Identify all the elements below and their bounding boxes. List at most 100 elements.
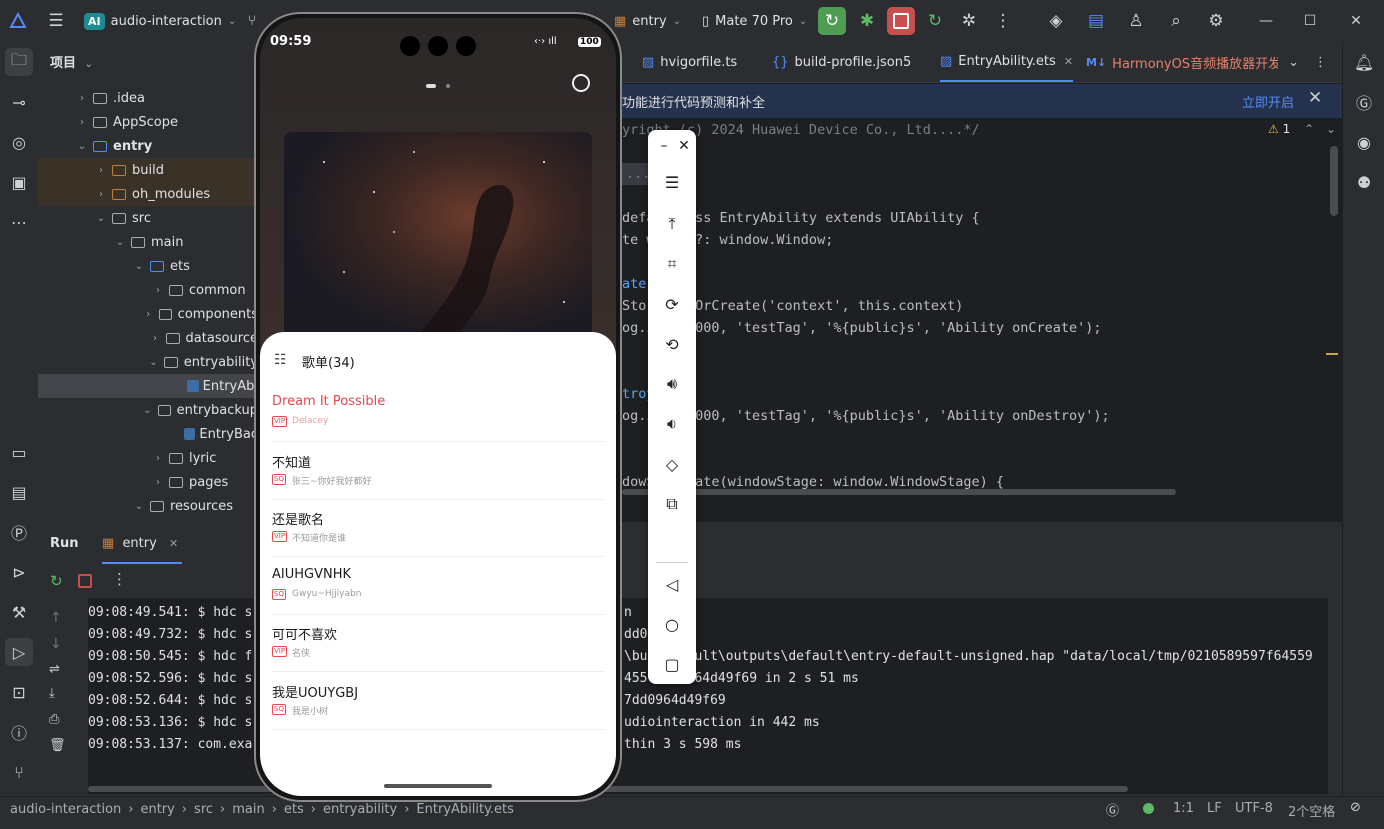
settings-gear-icon[interactable]: ⚙ <box>1202 7 1230 35</box>
indent-setting[interactable]: 2个空格 <box>1288 801 1335 820</box>
chevron-right-icon[interactable]: › <box>151 285 165 296</box>
tree-item[interactable]: ⌄ entryability <box>38 350 258 374</box>
chevron-down-icon[interactable]: ⌄ <box>147 357 160 368</box>
screenshot-crop-icon[interactable]: ⌗ <box>658 250 686 278</box>
breadcrumb-item[interactable]: ets <box>284 802 304 817</box>
more-icon[interactable]: ⋮ <box>989 7 1017 35</box>
chevron-down-icon[interactable]: ⌄ <box>113 237 127 248</box>
tree-item[interactable]: ⌄ resources <box>38 494 258 518</box>
problems-icon[interactable]: ⓘ <box>5 718 33 746</box>
codegenie-status-icon[interactable]: Ⓖ <box>1106 800 1119 819</box>
home-indicator[interactable] <box>384 784 492 788</box>
multi-device-icon[interactable]: ⧉ <box>658 490 686 518</box>
scroll-to-end-icon[interactable]: ⤓ <box>49 686 55 701</box>
tree-item[interactable]: EntryBac <box>38 422 258 446</box>
codegenie-icon[interactable]: Ⓖ <box>1350 88 1378 116</box>
maximize-window-icon[interactable]: ☐ <box>1296 7 1324 35</box>
apply-changes-icon[interactable]: ↻ <box>921 7 949 35</box>
services-icon[interactable]: ⊳ <box>5 558 33 586</box>
tree-item[interactable]: ⌄ entry <box>38 134 258 158</box>
tree-item[interactable]: › build <box>38 158 258 182</box>
tree-item[interactable]: › pages <box>38 470 258 494</box>
chevron-down-icon[interactable]: ⌄ <box>94 213 108 224</box>
profiler-icon[interactable]: Ⓟ <box>5 518 33 546</box>
editor-vertical-scrollbar[interactable] <box>1330 146 1338 216</box>
caret-position[interactable]: 1:1 <box>1173 801 1194 816</box>
ohpm-icon[interactable]: ◎ <box>5 128 33 156</box>
todo-icon[interactable]: ▭ <box>5 438 33 466</box>
chevron-right-icon[interactable]: › <box>142 309 155 320</box>
stop-run-icon[interactable] <box>78 574 92 588</box>
breadcrumb-item[interactable]: main <box>232 802 264 817</box>
debug-icon[interactable]: ✱ <box>853 7 881 35</box>
stop-icon[interactable] <box>887 7 915 35</box>
tab-list-chevron-icon[interactable]: ⌄ <box>1288 42 1299 82</box>
tree-item[interactable]: ⌄ main <box>38 230 258 254</box>
tree-item[interactable]: › datasource <box>38 326 258 350</box>
tree-item[interactable]: › .idea <box>38 86 258 110</box>
song-list-item[interactable]: 不知道 SQ 张三~你好我好都好 <box>260 444 616 500</box>
tree-item[interactable]: EntryAbi <box>38 374 258 398</box>
device-selector[interactable]: ▯ Mate 70 Pro ⌄ <box>702 0 807 42</box>
song-list-item[interactable]: Dream It Possible VIP Delacey <box>260 386 616 442</box>
module-selector[interactable]: ▦ entry ⌄ <box>614 0 681 42</box>
attach-debugger-icon[interactable]: ✲ <box>955 7 983 35</box>
close-tab-icon[interactable]: ✕ <box>1064 55 1073 68</box>
song-list-item[interactable]: 还是歌名 VIP 不知道你是谁 <box>260 501 616 558</box>
line-separator[interactable]: LF <box>1207 801 1222 816</box>
breadcrumb-item[interactable]: src <box>194 802 213 817</box>
project-panel-title[interactable]: 项目 ⌄ <box>50 52 93 71</box>
tree-item[interactable]: › oh_modules <box>38 182 258 206</box>
song-list-item[interactable]: 可可不喜欢 VIP 名侠 <box>260 616 616 673</box>
commit-icon[interactable]: ⊸ <box>5 88 33 116</box>
tab-entryability[interactable]: ▨ EntryAbility.ets ✕ <box>940 42 1074 82</box>
chevron-down-icon[interactable]: ⌄ <box>132 501 146 512</box>
project-folder-icon[interactable]: 🗀 <box>5 48 33 76</box>
log-icon[interactable]: ▤ <box>5 478 33 506</box>
tab-more-icon[interactable]: ⋮ <box>1314 42 1327 82</box>
account-icon[interactable]: ♙ <box>1122 7 1150 35</box>
previewer-eye-icon[interactable]: ◉ <box>1350 128 1378 156</box>
home-nav-icon[interactable]: ○ <box>658 610 686 638</box>
emulator-close-icon[interactable]: ✕ <box>670 132 698 160</box>
recent-apps-nav-icon[interactable]: ▢ <box>658 650 686 678</box>
readonly-lock-icon[interactable]: ⊘ <box>1350 800 1361 815</box>
build-hammer-icon[interactable]: ⚒ <box>5 598 33 626</box>
previous-highlight-icon[interactable]: ⌃ <box>1304 122 1314 136</box>
close-window-icon[interactable]: ✕ <box>1342 7 1370 35</box>
tree-item[interactable]: › lyric <box>38 446 258 470</box>
assistant-icon[interactable]: ⚉ <box>1350 168 1378 196</box>
tree-item[interactable]: › components <box>38 302 258 326</box>
chevron-right-icon[interactable]: › <box>75 117 89 128</box>
print-icon[interactable]: ⎙ <box>49 712 59 727</box>
tree-item[interactable]: ⌄ src <box>38 206 258 230</box>
banner-enable-link[interactable]: 立即开启 <box>1242 92 1294 111</box>
run-tool-icon[interactable]: ▷ <box>5 638 33 666</box>
status-dot[interactable] <box>1143 803 1154 814</box>
chevron-down-icon[interactable]: ⌄ <box>132 261 146 272</box>
scroll-up-icon[interactable]: ↑ <box>50 610 62 626</box>
chevron-right-icon[interactable]: › <box>148 333 162 344</box>
chevron-right-icon[interactable]: › <box>151 453 165 464</box>
inspection-widget[interactable]: ⚠ 1 ⌃ ⌄ <box>1268 122 1336 136</box>
tree-item[interactable]: › AppScope <box>38 110 258 134</box>
project-structure-icon[interactable]: ▤ <box>1082 7 1110 35</box>
run-config-tab[interactable]: ▦ entry ✕ <box>102 536 178 551</box>
tree-item[interactable]: ⌄ entrybackup <box>38 398 258 422</box>
console-vertical-scrollbar[interactable] <box>1330 600 1338 790</box>
run-icon[interactable]: ↻ <box>818 7 846 35</box>
chevron-right-icon[interactable]: › <box>94 165 108 176</box>
back-nav-icon[interactable]: ◁ <box>658 570 686 598</box>
device-manager-icon[interactable]: ◈ <box>1042 7 1070 35</box>
version-control-icon[interactable]: ⑂ <box>5 758 33 786</box>
breadcrumb-item[interactable]: EntryAbility.ets <box>416 802 514 817</box>
emulator-menu-icon[interactable]: ☰ <box>658 168 686 196</box>
tree-item[interactable]: › common <box>38 278 258 302</box>
chevron-right-icon[interactable]: › <box>75 93 89 104</box>
tab-harmonyos-doc[interactable]: M↓ HarmonyOS音频播放器开发教 <box>1086 42 1278 82</box>
project-selector[interactable]: AI audio-interaction ⌄ <box>84 0 236 42</box>
scroll-down-icon[interactable]: ↓ <box>50 636 62 652</box>
breadcrumb-item[interactable]: entry <box>140 802 174 817</box>
chevron-right-icon[interactable]: › <box>94 189 108 200</box>
breadcrumb-item[interactable]: entryability <box>323 802 397 817</box>
